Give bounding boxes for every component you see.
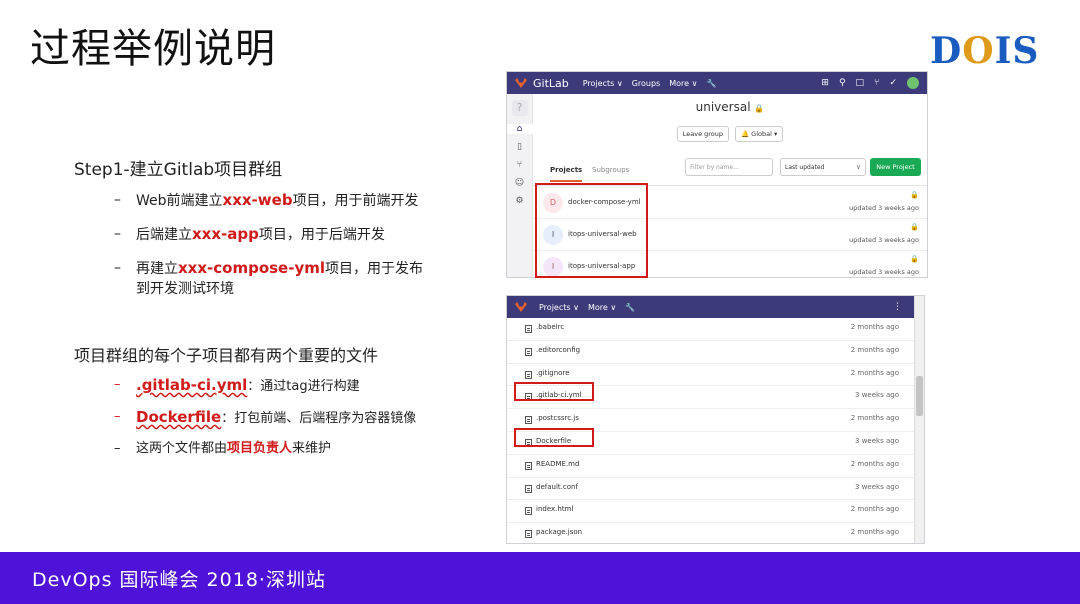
nav-projects[interactable]: Projects ∨ [583, 79, 623, 88]
chevron-down-icon: ∨ [855, 163, 861, 171]
tab-projects[interactable]: Projects [550, 166, 583, 182]
home-icon[interactable]: ⌂ [507, 124, 533, 134]
footer-bar: DevOps 国际峰会 2018·深圳站 [0, 552, 1080, 604]
file-row[interactable]: .editorconfig 2 months ago [507, 341, 915, 364]
file-time: 2 months ago [850, 345, 899, 354]
user-avatar[interactable] [907, 77, 919, 89]
group-actions: Leave group 🔔 Global ▾ [533, 126, 927, 142]
file-time: 3 weeks ago [855, 482, 899, 491]
dois-logo: DOIS [930, 30, 1040, 72]
file-name[interactable]: default.conf [536, 483, 578, 491]
filter-input[interactable]: Filter by name... [685, 158, 773, 176]
lock-icon: 🔒 [910, 191, 919, 199]
slide-title: 过程举例说明 [30, 26, 276, 72]
tab-subgroups[interactable]: Subgroups [592, 166, 629, 174]
scrollbar[interactable] [914, 296, 924, 543]
gitlab-brand[interactable]: GitLab [533, 77, 569, 90]
file-name[interactable]: index.html [536, 505, 573, 513]
file-name[interactable]: .gitignore [536, 369, 570, 377]
lock-icon: 🔒 [910, 255, 919, 263]
bullet-owner: – 这两个文件都由项目负责人来维护 [114, 441, 332, 456]
settings-gear-icon[interactable]: ⚙ [515, 196, 523, 206]
group-avatar-icon[interactable]: ? [511, 100, 528, 116]
new-project-button[interactable]: New Project [870, 158, 921, 176]
file-time: 2 months ago [850, 505, 899, 514]
todo-icon[interactable]: ✓ [889, 78, 897, 88]
highlight-box-projects [535, 183, 648, 278]
file-name[interactable]: .postcssrc.js [536, 414, 579, 422]
footer-text: DevOps 国际峰会 2018·深圳站 [32, 569, 326, 591]
gitlab-navbar: GitLab Projects ∨ Groups More ∨ 🔧 ⊞ ⚲ □ … [507, 72, 927, 94]
gitlab-repo-screenshot: Projects ∨ More ∨ 🔧 ⋮ .babelrc 2 months a… [506, 295, 925, 544]
file-name[interactable]: .babelrc [536, 323, 564, 331]
sort-dropdown[interactable]: Last updated ∨ [780, 158, 866, 176]
notification-dropdown[interactable]: 🔔 Global ▾ [735, 126, 784, 142]
file-time: 2 months ago [850, 459, 899, 468]
project-updated: updated 3 weeks ago [849, 204, 919, 212]
nav-groups[interactable]: Groups [632, 79, 661, 88]
file-icon [525, 507, 532, 516]
bullet-web: – Web前端建立xxx-web项目，用于前端开发 [114, 191, 419, 209]
bullet-dockerfile: – Dockerfile：打包前端、后端程序为容器镜像 [114, 408, 417, 426]
file-row[interactable]: package.json 2 months ago [507, 523, 915, 543]
nav-more[interactable]: More ∨ [669, 79, 697, 88]
issues-icon[interactable]: □ [856, 78, 865, 88]
file-time: 3 weeks ago [855, 436, 899, 445]
file-time: 2 months ago [850, 323, 899, 331]
file-time: 2 months ago [850, 528, 899, 537]
merge-request-icon[interactable]: ⑂ [874, 78, 879, 88]
lock-icon: 🔒 [910, 223, 919, 231]
highlight-box-dockerfile [514, 428, 594, 447]
wrench-icon[interactable]: 🔧 [706, 79, 716, 88]
plus-icon[interactable]: ⊞ [821, 78, 829, 88]
gitlab-navbar: Projects ∨ More ∨ 🔧 ⋮ [507, 296, 924, 318]
wrench-icon[interactable]: 🔧 [625, 303, 635, 312]
nav-more[interactable]: More ∨ [588, 303, 616, 312]
file-icon [525, 416, 532, 425]
bullet-app: – 后端建立xxx-app项目，用于后端开发 [114, 225, 385, 243]
step-heading: Step1-建立Gitlab项目群组 [74, 160, 283, 180]
file-row[interactable]: default.conf 3 weeks ago [507, 478, 915, 501]
scroll-thumb[interactable] [916, 376, 923, 416]
file-time: 3 weeks ago [855, 391, 899, 400]
group-name: universal 🔒 [695, 100, 765, 114]
file-row[interactable]: index.html 2 months ago [507, 500, 915, 524]
nav-projects[interactable]: Projects ∨ [539, 303, 579, 312]
project-updated: updated 3 weeks ago [849, 236, 919, 244]
search-icon[interactable]: ⚲ [839, 78, 846, 88]
step-bullets: – Web前端建立xxx-web项目，用于前端开发 – 后端建立xxx-app项目，… [114, 190, 423, 312]
file-name[interactable]: package.json [536, 528, 582, 536]
files-heading: 项目群组的每个子项目都有两个重要的文件 [74, 346, 379, 365]
issues-side-icon[interactable]: ▯ [517, 142, 522, 152]
file-name[interactable]: .editorconfig [536, 346, 580, 354]
file-icon [525, 370, 532, 379]
merge-side-icon[interactable]: ⑂ [517, 160, 522, 170]
file-time: 2 months ago [850, 414, 899, 423]
file-row[interactable]: README.md 2 months ago [507, 455, 915, 478]
file-icon [525, 530, 532, 539]
menu-dots-icon[interactable]: ⋮ [893, 302, 902, 312]
bullet-gitlab-ci: – .gitlab-ci.yml：通过tag进行构建 [114, 376, 360, 394]
gitlab-fox-icon[interactable] [515, 78, 527, 88]
file-icon [525, 461, 532, 470]
gitlab-sidebar: ? ⌂ ▯ ⑂ ☺ ⚙ [507, 94, 533, 277]
bullet-compose: – 再建立xxx-compose-yml项目，用于发布 到开发测试环境 [114, 259, 423, 297]
file-name[interactable]: README.md [536, 460, 579, 468]
gitlab-fox-icon[interactable] [515, 302, 527, 312]
file-icon [525, 347, 532, 356]
file-icon [525, 484, 532, 493]
file-row[interactable]: .babelrc 2 months ago [507, 318, 915, 341]
leave-group-button[interactable]: Leave group [676, 126, 730, 142]
members-icon[interactable]: ☺ [515, 178, 524, 188]
file-icon [525, 325, 532, 333]
lock-icon: 🔒 [754, 104, 765, 113]
file-time: 2 months ago [850, 368, 899, 377]
project-updated: updated 3 weeks ago [849, 268, 919, 276]
highlight-box-gitlab-ci [514, 382, 594, 401]
files-bullets: – .gitlab-ci.yml：通过tag进行构建 – Dockerfile：打包… [114, 375, 416, 469]
